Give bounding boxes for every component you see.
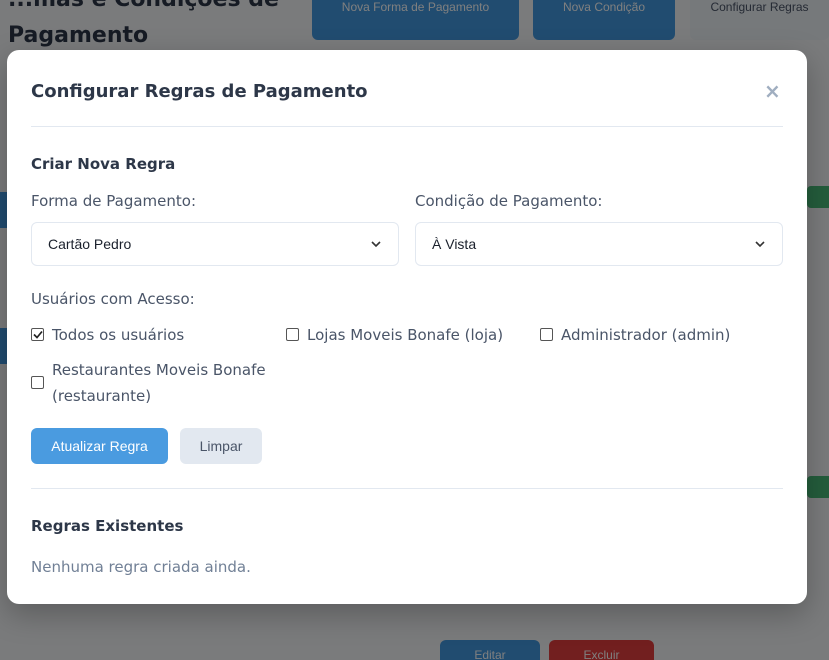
- payment-method-value: Cartão Pedro: [48, 236, 132, 252]
- payment-rules-modal: Configurar Regras de Pagamento × Criar N…: [7, 50, 807, 604]
- user-checkbox-label: Administrador (admin): [561, 326, 731, 344]
- user-checkbox-label: Todos os usuários: [52, 326, 185, 344]
- user-checkbox-label: Restaurantes Moveis Bonafe (restaurante): [52, 361, 266, 405]
- divider: [31, 488, 783, 489]
- existing-rules-heading: Regras Existentes: [31, 517, 184, 535]
- clear-button[interactable]: Limpar: [180, 428, 262, 464]
- payment-condition-select[interactable]: À Vista: [415, 222, 783, 266]
- close-icon[interactable]: ×: [764, 80, 781, 102]
- chevron-down-icon: [754, 238, 766, 250]
- user-checkbox-restaurante[interactable]: Restaurantes Moveis Bonafe (restaurante): [31, 360, 271, 409]
- users-access-label: Usuários com Acesso:: [31, 290, 195, 308]
- payment-method-label: Forma de Pagamento:: [31, 192, 196, 210]
- payment-condition-label: Condição de Pagamento:: [415, 192, 603, 210]
- empty-rules-message: Nenhuma regra criada ainda.: [31, 558, 251, 576]
- modal-title: Configurar Regras de Pagamento: [31, 81, 368, 102]
- user-checkbox-admin[interactable]: Administrador (admin): [540, 325, 730, 348]
- checkbox[interactable]: [31, 376, 44, 389]
- user-checkbox-all[interactable]: Todos os usuários: [31, 325, 184, 348]
- checkbox-checked[interactable]: [31, 328, 44, 341]
- payment-method-select[interactable]: Cartão Pedro: [31, 222, 399, 266]
- checkbox[interactable]: [540, 328, 553, 341]
- chevron-down-icon: [370, 238, 382, 250]
- divider: [31, 126, 783, 127]
- checkbox[interactable]: [286, 328, 299, 341]
- create-rule-heading: Criar Nova Regra: [31, 155, 176, 173]
- user-checkbox-loja[interactable]: Lojas Moveis Bonafe (loja): [286, 325, 503, 348]
- payment-condition-value: À Vista: [432, 236, 477, 252]
- user-checkbox-label: Lojas Moveis Bonafe (loja): [307, 326, 504, 344]
- update-rule-button[interactable]: Atualizar Regra: [31, 428, 168, 464]
